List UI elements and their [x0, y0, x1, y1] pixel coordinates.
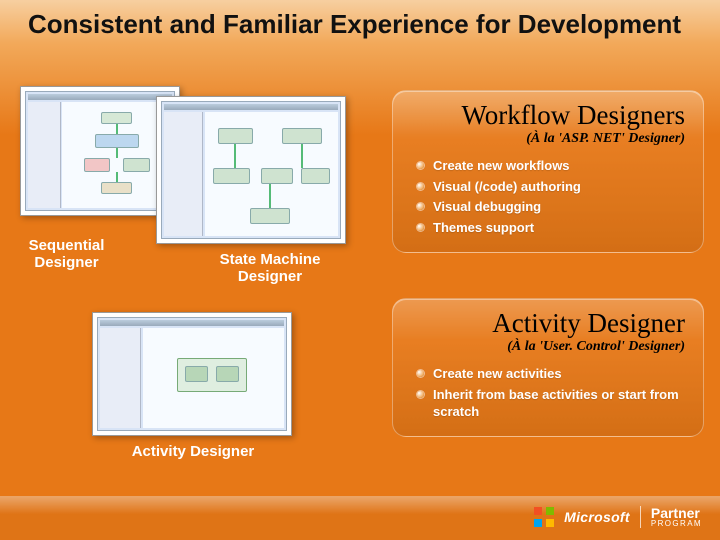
footer-divider [640, 506, 641, 528]
bullet-item: Create new workflows [411, 157, 685, 175]
bullet-item: Visual debugging [411, 198, 685, 216]
panel1-subtitle: (À la 'ASP. NET' Designer) [411, 131, 685, 147]
screenshot-state-machine [156, 96, 346, 244]
panel1-bullets: Create new workflows Visual (/code) auth… [411, 157, 685, 236]
panel2-bullets: Create new activities Inherit from base … [411, 365, 685, 421]
slide-title: Consistent and Familiar Experience for D… [28, 10, 692, 40]
bullet-item: Inherit from base activities or start fr… [411, 386, 685, 421]
panel2-subtitle: (À la 'User. Control' Designer) [411, 339, 685, 355]
panel-activity-designer: Activity Designer (À la 'User. Control' … [392, 298, 704, 437]
footer-logo: Microsoft Partner PROGRAM [534, 505, 702, 528]
caption-activity: Activity Designer [118, 444, 268, 461]
panel-workflow-designers: Workflow Designers (À la 'ASP. NET' Desi… [392, 90, 704, 253]
slide: Consistent and Familiar Experience for D… [0, 0, 720, 540]
bullet-item: Visual (/code) authoring [411, 178, 685, 196]
bullet-item: Themes support [411, 219, 685, 237]
footer: Microsoft Partner PROGRAM [0, 496, 720, 540]
microsoft-logo-icon [534, 507, 554, 527]
caption-state-machine: State Machine Designer [200, 252, 340, 285]
panel1-heading: Workflow Designers [411, 101, 685, 129]
footer-program-line2: PROGRAM [651, 519, 702, 528]
footer-brand: Microsoft [564, 509, 630, 525]
caption-sequential: Sequential Designer [14, 238, 119, 271]
bullet-item: Create new activities [411, 365, 685, 383]
panel2-heading: Activity Designer [411, 309, 685, 337]
screenshot-activity [92, 312, 292, 436]
footer-program: Partner PROGRAM [651, 505, 702, 528]
